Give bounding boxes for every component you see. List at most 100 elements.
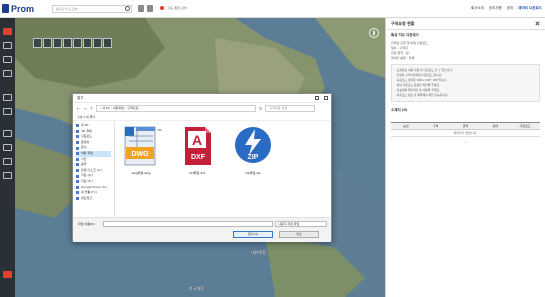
nav-item[interactable]: 네트워크: [76, 196, 111, 202]
dxf-file-icon: A DXF: [185, 127, 211, 165]
map-icon[interactable]: [3, 42, 12, 49]
zoom-in-icon[interactable]: [43, 38, 52, 48]
pagination[interactable]: 〈 〉: [386, 140, 545, 144]
drive-icon: [76, 180, 79, 184]
dialog-footer: 파일 이름(N): 사용자 지정 파일 열기(O) 취소: [73, 217, 331, 242]
file-name: zip파일.zip: [245, 171, 261, 175]
settings-icon[interactable]: [3, 172, 12, 179]
address-bar: ← → ↑ › 내 PC › 바탕화면 › 구역자료 › ↻ 구역자료 검색: [73, 103, 331, 113]
filename-input[interactable]: [103, 221, 273, 227]
dialog-title: 열기: [77, 95, 84, 100]
dwg-file-icon: DWG TM: [124, 126, 162, 166]
column-header: 순번: [403, 124, 409, 128]
dialog-title-bar: 열기: [73, 94, 331, 103]
document-icon[interactable]: [138, 5, 144, 12]
folder-icon: [76, 129, 79, 133]
cancel-button[interactable]: 취소: [279, 231, 319, 238]
close-icon[interactable]: [535, 21, 540, 26]
map-label: 대한해협: [251, 250, 266, 255]
chart-icon[interactable]: [3, 70, 12, 77]
folder-icon: [76, 124, 79, 128]
folder-icon: [76, 157, 79, 161]
top-menu: 회사소개 공지사항 공지 데이터 다운로드: [471, 6, 542, 11]
minimize-icon[interactable]: [315, 96, 319, 100]
print-icon[interactable]: [3, 144, 12, 151]
forward-arrow-icon[interactable]: →: [83, 106, 86, 111]
table-title: 소재지 (0): [391, 108, 408, 112]
file-item-dxf[interactable]: A DXF dxf파일.dxf: [175, 123, 219, 177]
panel-title: 구역요청 현황: [391, 21, 415, 26]
file-name: dwg파일.dwg: [131, 171, 151, 175]
menu-item-notice[interactable]: 공지사항: [489, 6, 502, 11]
folder-icon: [76, 141, 79, 145]
folder-icon: [76, 146, 79, 150]
map-toolbar: [33, 38, 112, 50]
right-panel: 구역요청 현황 특성 지도 다운로드 인터넷 조회 및 파일 다운로드 필지 :…: [385, 18, 545, 297]
notes-box: · 도면정보 내용 작성 후 다운로드 할 수 있습니다. · 선택한 구역 데…: [391, 64, 540, 102]
search-icon[interactable]: [125, 6, 130, 11]
file-name: dxf파일.dxf: [189, 171, 205, 175]
compass-icon[interactable]: [369, 28, 379, 38]
dialog-search-input[interactable]: 구역자료 검색: [265, 104, 316, 112]
navigation-pane: 내 PC 3D 개체 다운로드 동영상 문서 바탕 화면 사진 음악 로컬 디스…: [73, 121, 115, 217]
pan-icon[interactable]: [33, 38, 42, 48]
file-open-dialog: 열기 ← → ↑ › 내 PC › 바탕화면 › 구역자료 › ↻ 구역자료 검…: [72, 93, 332, 242]
file-type-label: DXF: [191, 154, 206, 161]
file-type-label: DWG: [131, 151, 149, 158]
panel-header: 구역요청 현황: [386, 18, 545, 30]
drive-icon: [76, 169, 79, 173]
ruler-icon[interactable]: [3, 94, 12, 101]
erase-icon[interactable]: [93, 38, 102, 48]
menu-item-about[interactable]: 회사소개: [471, 6, 484, 11]
zip-file-icon: ZIP: [235, 127, 271, 163]
copy-icon[interactable]: [147, 5, 153, 12]
table-section: 소재지 (0): [386, 105, 545, 119]
folder-icon: [76, 152, 79, 156]
file-item-dwg[interactable]: DWG TM dwg파일.dwg: [119, 123, 163, 177]
back-arrow-icon[interactable]: ←: [77, 106, 80, 111]
app-logo[interactable]: Prom: [2, 3, 34, 14]
layers-icon[interactable]: [3, 28, 12, 35]
search-input[interactable]: 통합검색 (도로명): [52, 5, 132, 13]
menu-item-download[interactable]: 데이터 다운로드: [518, 6, 542, 11]
info-line: 데이터 분류 : 전체: [391, 56, 415, 60]
folder-icon: [76, 163, 79, 167]
up-arrow-icon[interactable]: ↑: [90, 106, 93, 111]
column-header: 구역: [432, 124, 439, 128]
table-header: 순번 구역 면적 상태 다운로드: [391, 123, 540, 130]
area-measure-icon[interactable]: [73, 38, 82, 48]
menu-item-board[interactable]: 공지: [507, 6, 513, 11]
command-bar[interactable]: 구성 ▾ 새 폴더: [73, 113, 331, 121]
refresh-icon[interactable]: ↻: [259, 106, 262, 111]
svg-text:TM: TM: [157, 128, 162, 132]
folder-icon: [76, 135, 79, 139]
filetype-select[interactable]: 사용자 지정 파일: [275, 221, 327, 227]
share-icon[interactable]: [3, 158, 12, 165]
measure-icon[interactable]: [63, 38, 72, 48]
section-title: 특성 지도 다운로드: [391, 33, 420, 37]
filename-label: 파일 이름(N):: [78, 222, 96, 226]
top-chip[interactable]: 지도 통합 검색: [160, 6, 186, 10]
file-item-zip[interactable]: ZIP zip파일.zip: [231, 123, 275, 177]
location-icon[interactable]: [3, 56, 12, 63]
draw-icon[interactable]: [3, 130, 12, 137]
svg-text:A: A: [192, 132, 202, 148]
refresh-icon[interactable]: [83, 38, 92, 48]
app-name: Prom: [11, 3, 35, 14]
close-icon[interactable]: [103, 38, 112, 48]
home-icon[interactable]: [3, 271, 12, 278]
area-icon[interactable]: [3, 108, 12, 115]
window-controls: [315, 96, 328, 100]
left-sidebar: [0, 18, 15, 297]
drive-icon: [76, 174, 79, 178]
column-header: 면적: [462, 124, 469, 128]
file-list: DWG TM dwg파일.dwg A DXF dxf파일.dxf ZIP zip: [119, 121, 329, 217]
zoom-out-icon[interactable]: [53, 38, 62, 48]
open-button[interactable]: 열기(O): [233, 231, 273, 238]
path-input[interactable]: › 내 PC › 바탕화면 › 구역자료 ›: [96, 104, 257, 112]
network-icon: [76, 197, 79, 201]
top-toolbar: [138, 5, 153, 12]
close-icon[interactable]: [324, 96, 328, 100]
drive-icon: [76, 185, 79, 189]
record-icon: [160, 6, 164, 10]
